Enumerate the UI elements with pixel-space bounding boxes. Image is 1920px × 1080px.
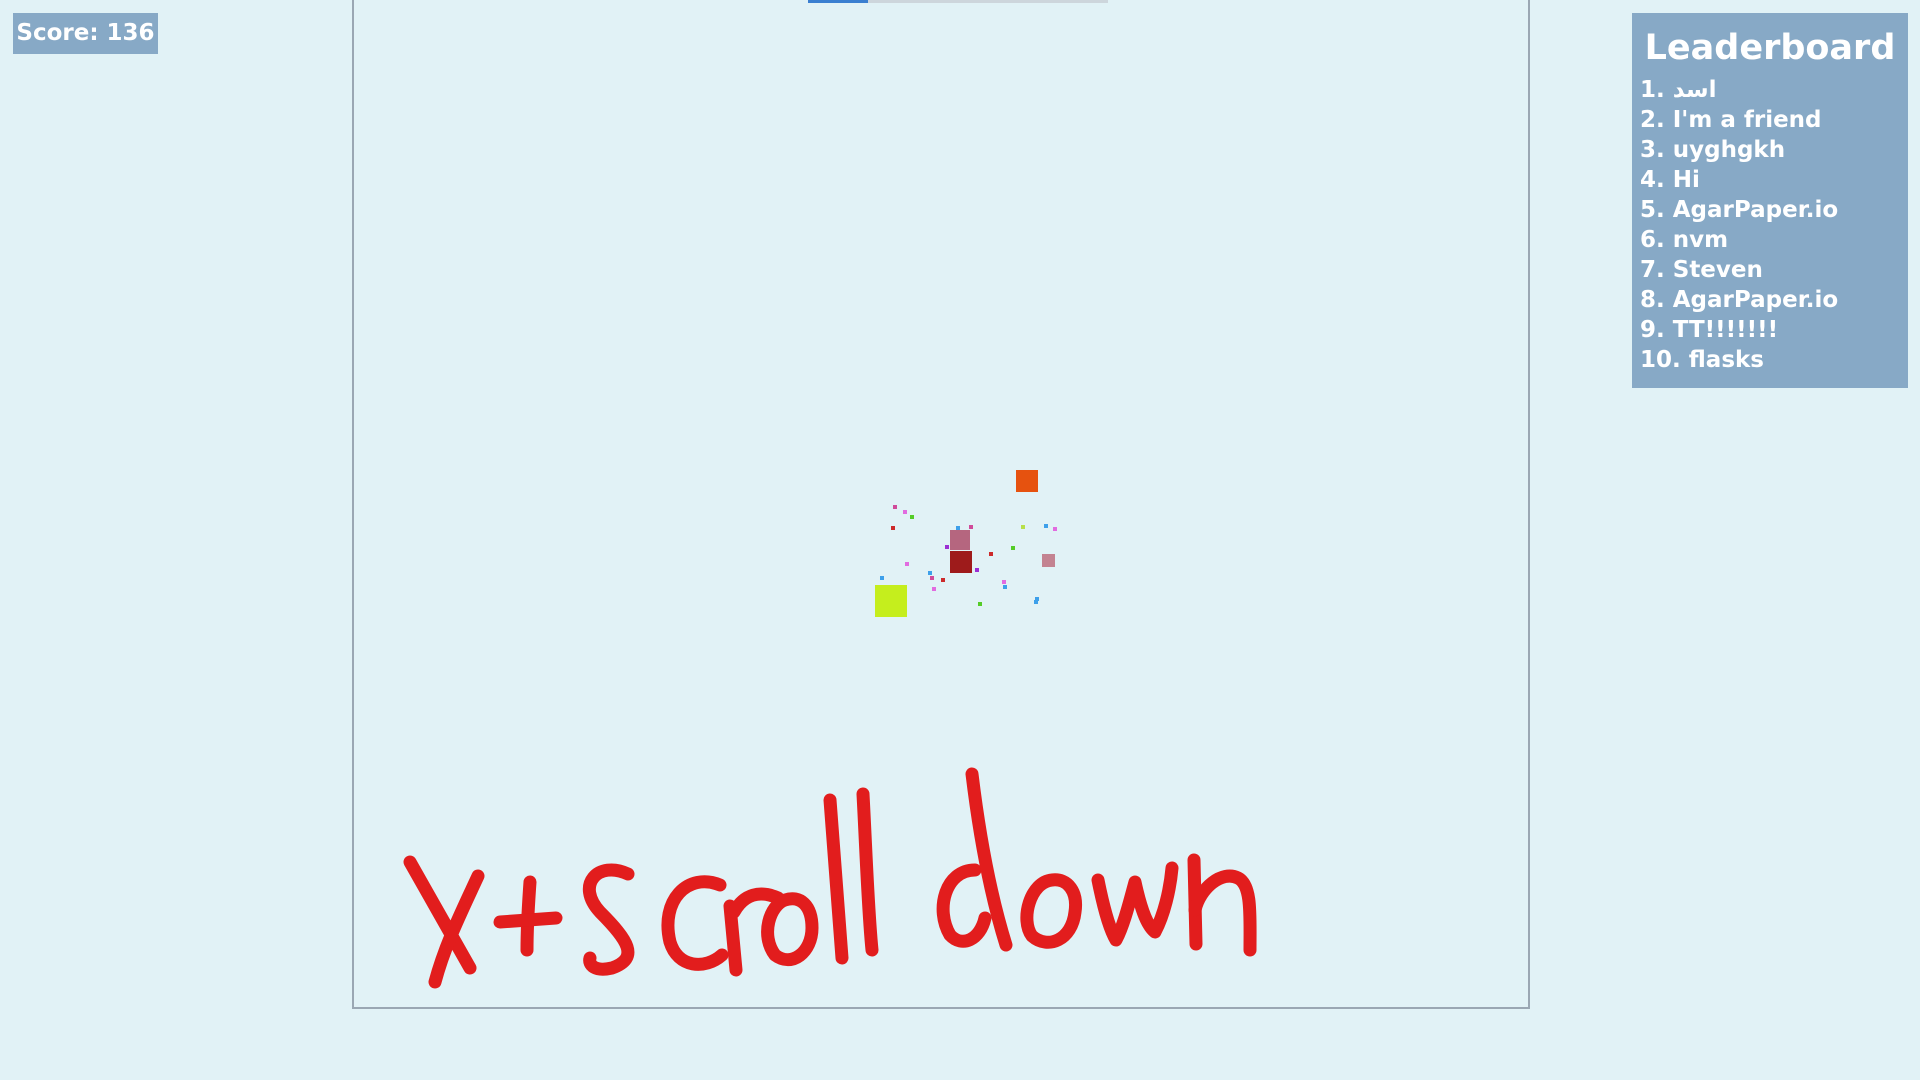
annotation-strokes	[403, 767, 1257, 989]
handwritten-annotation	[403, 767, 1257, 989]
